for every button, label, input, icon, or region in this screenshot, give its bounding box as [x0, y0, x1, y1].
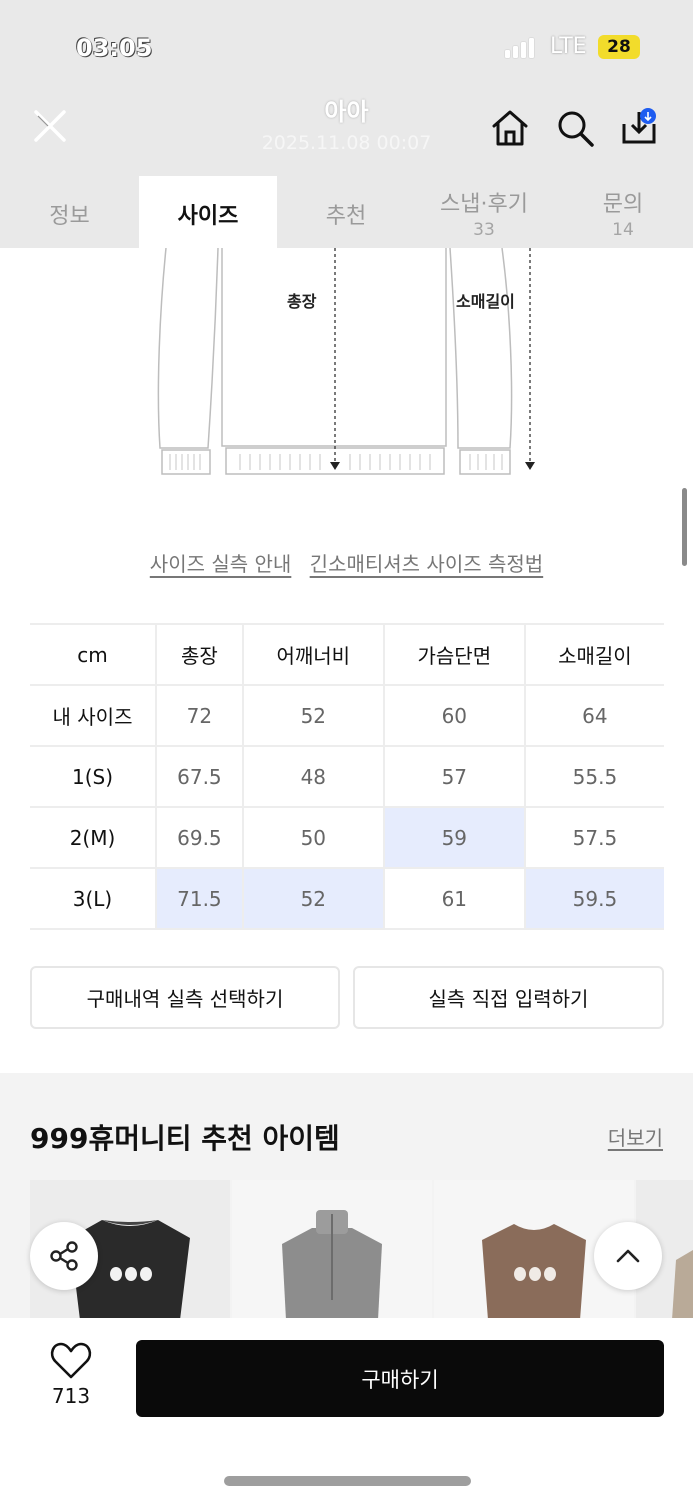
table-header: cm	[30, 623, 156, 685]
bottom-purchase-bar: 713 구매하기	[0, 1318, 693, 1500]
scroll-to-top-button[interactable]	[594, 1222, 662, 1290]
size-diagram: 총장 소매길이	[150, 247, 550, 480]
tab-size[interactable]: 사이즈	[139, 176, 277, 248]
home-indicator	[224, 1476, 471, 1486]
tab-count: 14	[612, 220, 634, 240]
table-cell: 50	[241, 806, 384, 868]
table-cell: 61	[382, 867, 525, 930]
table-header: 가슴단면	[382, 623, 525, 685]
table-row: 내 사이즈 72 52 60 64	[30, 684, 664, 746]
size-guide-links: 사이즈 실측 안내 긴소매티셔츠 사이즈 측정법	[0, 548, 693, 577]
table-cell: 72	[155, 684, 243, 746]
tab-recommend[interactable]: 추천	[277, 176, 415, 248]
size-guide-link[interactable]: 사이즈 실측 안내	[150, 552, 292, 576]
diagram-sleeve-label: 소매길이	[456, 292, 515, 311]
share-button[interactable]	[30, 1222, 98, 1290]
download-icon[interactable]	[620, 108, 660, 148]
tab-label: 정보	[49, 204, 90, 229]
table-row: 3(L) 71.5 52 61 59.5	[30, 867, 664, 930]
row-label: 3(L)	[30, 867, 156, 930]
tab-label: 추천	[325, 204, 367, 229]
recommend-title: 999휴머니티 추천 아이템	[30, 1122, 340, 1155]
heart-icon[interactable]	[50, 1342, 92, 1380]
tab-bar: 정보 사이즈 추천 스냅·후기 33 문의 14	[0, 176, 693, 248]
network-label: LTE	[550, 34, 587, 59]
home-icon[interactable]	[490, 108, 530, 148]
row-label: 내 사이즈	[30, 684, 156, 746]
sweatshirt-diagram-image	[157, 247, 535, 475]
status-time: 03:05	[76, 34, 153, 62]
buy-button[interactable]: 구매하기	[136, 1340, 664, 1417]
table-header: 어깨너비	[241, 623, 384, 685]
table-cell: 55.5	[523, 745, 664, 807]
table-header: 총장	[155, 623, 243, 685]
row-label: 1(S)	[30, 745, 156, 807]
product-card[interactable]	[232, 1180, 432, 1320]
table-cell: 69.5	[155, 806, 243, 868]
more-link[interactable]: 더보기	[608, 1122, 663, 1151]
row-label: 2(M)	[30, 806, 156, 868]
product-image	[282, 1210, 382, 1320]
table-cell: 52	[241, 684, 384, 746]
table-cell: 64	[523, 684, 664, 746]
manual-measure-input-button[interactable]: 실측 직접 입력하기	[353, 966, 664, 1029]
table-cell-highlighted: 59	[382, 806, 525, 868]
table-row: 2(M) 69.5 50 59 57.5	[30, 806, 664, 868]
tab-label: 문의	[602, 192, 644, 217]
size-table: cm 총장 어깨너비 가슴단면 소매길이 내 사이즈 72 52 60 64 1…	[30, 623, 664, 930]
table-header-row: cm 총장 어깨너비 가슴단면 소매길이	[30, 623, 664, 685]
tab-snap-review[interactable]: 스냅·후기 33	[415, 176, 553, 248]
table-header: 소매길이	[523, 623, 664, 685]
share-icon	[50, 1241, 78, 1271]
top-header: 03:05 LTE 28 아아 2025.11.08 00:07 정보 사이즈 …	[0, 0, 693, 248]
table-cell: 57	[382, 745, 525, 807]
table-cell: 57.5	[523, 806, 664, 868]
table-cell-highlighted: 59.5	[523, 867, 664, 930]
tab-label: 사이즈	[177, 204, 239, 229]
tab-label: 스냅·후기	[440, 192, 528, 217]
tab-count: 33	[473, 220, 495, 240]
diagram-length-label: 총장	[287, 292, 317, 311]
measure-method-link[interactable]: 긴소매티셔츠 사이즈 측정법	[310, 552, 544, 576]
signal-icon	[505, 36, 534, 58]
table-cell: 48	[241, 745, 384, 807]
like-count: 713	[51, 1384, 91, 1408]
table-row: 1(S) 67.5 48 57 55.5	[30, 745, 664, 807]
table-cell-highlighted: 52	[241, 867, 384, 930]
table-cell-highlighted: 71.5	[155, 867, 243, 930]
search-icon[interactable]	[555, 108, 595, 148]
tab-info[interactable]: 정보	[0, 176, 139, 248]
battery-icon: 28	[598, 35, 640, 59]
table-cell: 67.5	[155, 745, 243, 807]
nav-bar: 아아 2025.11.08 00:07	[0, 88, 693, 164]
purchase-history-measure-button[interactable]: 구매내역 실측 선택하기	[30, 966, 340, 1029]
chevron-up-icon	[616, 1249, 640, 1263]
tab-inquiry[interactable]: 문의 14	[553, 176, 693, 248]
status-bar: 03:05 LTE 28	[0, 30, 693, 66]
table-cell: 60	[382, 684, 525, 746]
